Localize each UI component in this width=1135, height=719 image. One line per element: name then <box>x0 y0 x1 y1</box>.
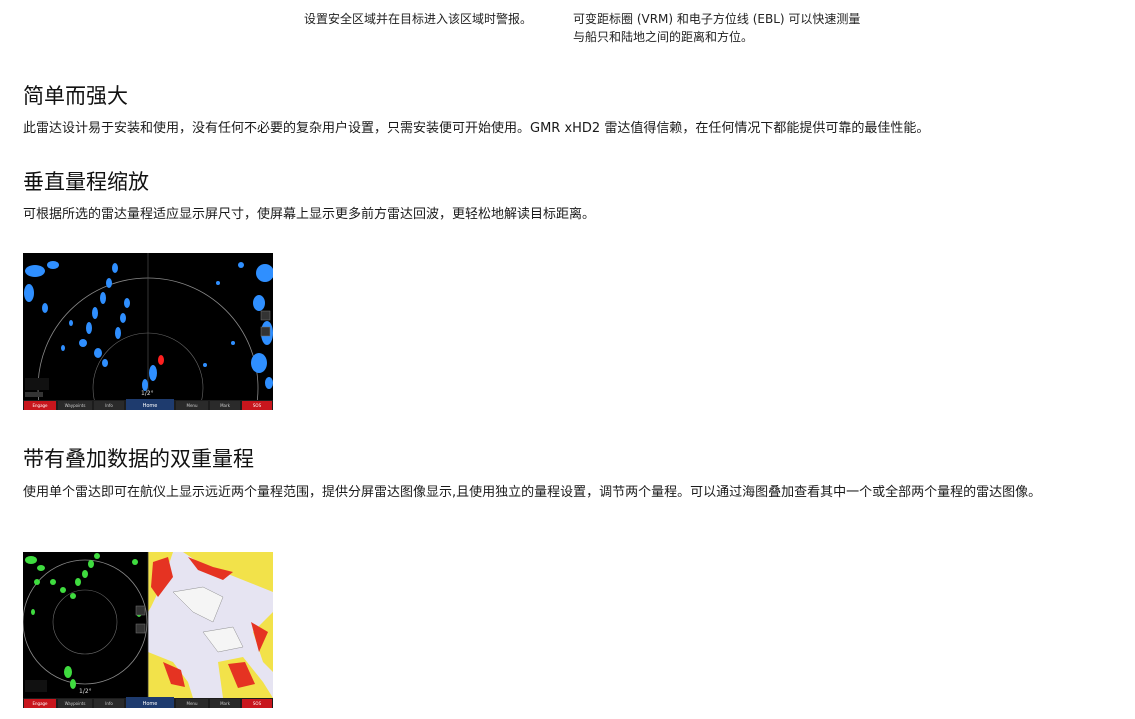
home-button-label: Home <box>143 403 158 409</box>
waypoints-button-2-label: Waypoints <box>65 701 86 706</box>
menu-button-label: Menu <box>187 403 198 408</box>
info-button-2-label: Info <box>105 701 113 706</box>
radar-screenshot-dual-range: 1/2° Engage Waypoints Info Home Menu Mar… <box>23 552 273 708</box>
range-label-2: 1/2° <box>79 688 92 695</box>
section-text-vertical-zoom: 可根据所选的雷达量程适应显示屏尺寸，使屏幕上显示更多前方雷达回波，更轻松地解读目… <box>23 207 596 222</box>
menu-button-2-label: Menu <box>187 701 198 706</box>
mark-button-2-label: Mark <box>220 701 231 706</box>
radar-display: 1/2° Engage Waypoints Info Home Menu Mar… <box>23 253 273 410</box>
dual-range-display: 1/2° Engage Waypoints Info Home Menu Mar… <box>23 552 273 708</box>
feature-caption-guard-zone: 设置安全区域并在目标进入该区域时警报。 <box>304 12 533 26</box>
engage-button-label: Engage <box>32 403 48 408</box>
section-text-simple: 此雷达设计易于安装和使用，没有任何不必要的复杂用户设置，只需安装便可开始使用。G… <box>23 121 930 136</box>
sos-button-label: SOS <box>253 403 262 408</box>
radar-screenshot-vertical-zoom: 1/2° Engage Waypoints Info Home Menu Mar… <box>23 253 273 410</box>
home-button-2-label: Home <box>143 701 158 707</box>
mark-button-label: Mark <box>220 403 231 408</box>
section-title-vertical-zoom: 垂直量程缩放 <box>23 170 149 194</box>
section-title-dual-range: 带有叠加数据的双重量程 <box>23 447 254 471</box>
waypoints-button-label: Waypoints <box>65 403 86 408</box>
feature-caption-vrm-ebl: 可变距标圈 (VRM) 和电子方位线 (EBL) 可以快速测量与船只和陆地之间的… <box>573 12 861 44</box>
engage-button-2-label: Engage <box>32 701 48 706</box>
sos-button-2-label: SOS <box>253 701 262 706</box>
range-label: 1/2° <box>141 390 154 397</box>
section-text-dual-range: 使用单个雷达即可在航仪上显示远近两个量程范围，提供分屏雷达图像显示,且使用独立的… <box>23 485 1042 500</box>
info-button-label: Info <box>105 403 113 408</box>
section-title-simple: 简单而强大 <box>23 84 128 108</box>
